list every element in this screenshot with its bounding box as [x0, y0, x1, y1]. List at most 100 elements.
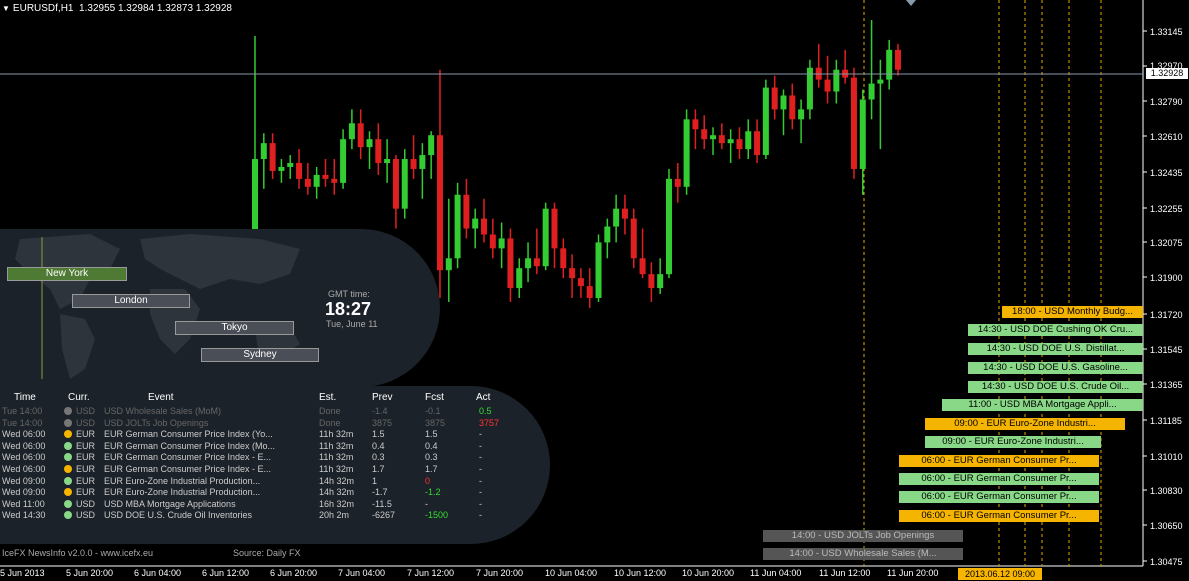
news-currency: EUR [76, 429, 96, 440]
news-fcst: -1500 [425, 510, 449, 521]
price-tick-label: 1.31720 [1150, 310, 1183, 320]
event-marker[interactable]: 14:30 - USD DOE U.S. Distillat... [968, 343, 1143, 355]
event-marker[interactable]: 09:00 - EUR Euro-Zone Industri... [925, 436, 1101, 448]
candle-body [322, 174, 329, 179]
news-time: Wed 14:30 [2, 510, 46, 521]
news-est: Done [319, 406, 341, 416]
event-marker[interactable]: 14:00 - USD JOLTs Job Openings [763, 530, 963, 542]
news-row[interactable]: Tue 14:00 USD USD Wholesale Sales (MoM) Don… [0, 405, 540, 417]
impact-dot-icon [64, 511, 72, 520]
time-tick-label: 10 Jun 12:00 [614, 568, 667, 578]
event-marker[interactable]: 14:30 - USD DOE U.S. Gasoline... [968, 362, 1143, 374]
news-act: 0.5 [479, 406, 492, 416]
news-currency: EUR [76, 452, 96, 463]
event-marker[interactable]: 06:00 - EUR German Consumer Pr... [899, 455, 1099, 467]
event-marker[interactable]: 18:00 - USD Monthly Budg... [1002, 306, 1143, 318]
col-header-time: Time [14, 392, 36, 403]
event-marker[interactable]: 06:00 - EUR German Consumer Pr... [899, 473, 1099, 485]
news-fcst: 1.5 [425, 429, 438, 440]
world-clock-panel [0, 229, 440, 387]
candle-body [859, 99, 866, 169]
candle-body [507, 238, 514, 289]
news-fcst: -1.2 [425, 487, 441, 498]
news-prev: -11.5 [372, 498, 392, 509]
candle-body [384, 159, 391, 164]
price-tick-label: 1.31545 [1150, 345, 1183, 355]
news-row[interactable]: Wed 06:00 EUR EUR German Consumer Price In… [0, 440, 540, 452]
time-tick-label: 10 Jun 04:00 [545, 568, 598, 578]
candle-body [525, 258, 532, 269]
candle-body [560, 248, 567, 269]
news-row[interactable]: Tue 14:00 USD USD JOLTs Job Openings Done 38… [0, 417, 540, 429]
news-row[interactable]: Wed 06:00 EUR EUR German Consumer Price In… [0, 451, 540, 463]
news-time: Wed 09:00 [2, 475, 46, 486]
time-tick-label: 6 Jun 12:00 [202, 568, 250, 578]
event-marker[interactable]: 09:00 - EUR Euro-Zone Industri... [925, 418, 1125, 430]
time-tick-label: 7 Jun 20:00 [476, 568, 524, 578]
news-fcst: - [425, 498, 428, 509]
world-map-icon [15, 234, 300, 379]
candle-body [771, 87, 778, 110]
impact-dot-icon [64, 430, 72, 439]
news-currency: EUR [76, 487, 96, 498]
news-row[interactable]: Wed 06:00 EUR EUR German Consumer Price In… [0, 428, 540, 440]
dropdown-triangle-icon[interactable]: ▼ [2, 4, 10, 13]
time-tick-label: 11 Jun 20:00 [887, 568, 939, 578]
candle-body [489, 234, 496, 249]
event-marker[interactable]: 11:00 - USD MBA Mortgage Appli... [942, 399, 1143, 411]
news-currency: EUR [76, 475, 96, 486]
candle-body [877, 79, 884, 84]
price-tick-label: 1.30475 [1150, 557, 1183, 567]
news-time: Wed 06:00 [2, 452, 46, 463]
candle-body [674, 178, 681, 187]
impact-dot-icon [64, 499, 72, 508]
session-bar-new-york: New York [7, 267, 127, 281]
news-prev: 3875 [372, 417, 393, 428]
price-tick-label: 1.31900 [1150, 273, 1183, 283]
col-header-est: Est. [319, 392, 337, 403]
price-tick-label: 1.31185 [1150, 416, 1182, 426]
news-est: 16h 32m [319, 498, 355, 509]
event-marker[interactable]: 06:00 - EUR German Consumer Pr... [899, 491, 1099, 503]
news-est: 20h 2m [319, 510, 350, 521]
candle-body [710, 135, 717, 140]
event-marker[interactable]: 14:30 - USD DOE U.S. Crude Oil... [968, 381, 1143, 393]
news-row[interactable]: Wed 09:00 EUR EUR Euro-Zone Industrial Pro… [0, 486, 540, 498]
candle-body [392, 159, 399, 209]
col-header-currency: Curr. [68, 392, 90, 403]
news-prev: 1.5 [372, 429, 385, 440]
candle-body [780, 95, 787, 110]
event-marker[interactable]: 14:00 - USD Wholesale Sales (M... [763, 548, 963, 560]
news-event: USD JOLTs Job Openings [104, 417, 209, 428]
candle-body [551, 208, 558, 249]
news-est: Done [319, 417, 341, 428]
news-event: EUR German Consumer Price Index - E... [104, 452, 272, 463]
candle-body [850, 77, 857, 169]
candle-body [613, 208, 620, 227]
candle-body [692, 119, 699, 130]
news-act: - [479, 452, 482, 463]
price-tick-label: 1.33145 [1150, 27, 1183, 37]
shift-marker-icon [906, 0, 916, 6]
event-marker[interactable]: 14:30 - USD DOE Cushing OK Cru... [968, 324, 1143, 336]
candle-body [665, 178, 672, 275]
candle-body [463, 194, 470, 229]
news-est: 14h 32m [319, 475, 355, 486]
news-currency: USD [76, 498, 96, 509]
news-row[interactable]: Wed 14:30 USD USD DOE U.S. Crude Oil Inven… [0, 509, 540, 521]
candle-body [516, 268, 523, 289]
candle-body [410, 159, 417, 169]
event-marker[interactable]: 06:00 - EUR German Consumer Pr... [899, 510, 1099, 522]
price-tick-label: 1.32075 [1150, 238, 1183, 248]
news-row[interactable]: Wed 09:00 EUR EUR Euro-Zone Industrial Pro… [0, 475, 540, 487]
impact-dot-icon [64, 418, 72, 427]
news-row[interactable]: Wed 11:00 USD USD MBA Mortgage Application… [0, 498, 540, 510]
price-tick-label: 1.30650 [1150, 521, 1183, 531]
news-row[interactable]: Wed 06:00 EUR EUR German Consumer Price In… [0, 463, 540, 475]
candle-body [789, 95, 796, 120]
candle-body [657, 274, 664, 289]
time-tick-label: 7 Jun 12:00 [407, 568, 455, 578]
news-time: Wed 06:00 [2, 440, 46, 451]
news-est: 14h 32m [319, 487, 355, 498]
session-bar-london: London [72, 294, 190, 308]
